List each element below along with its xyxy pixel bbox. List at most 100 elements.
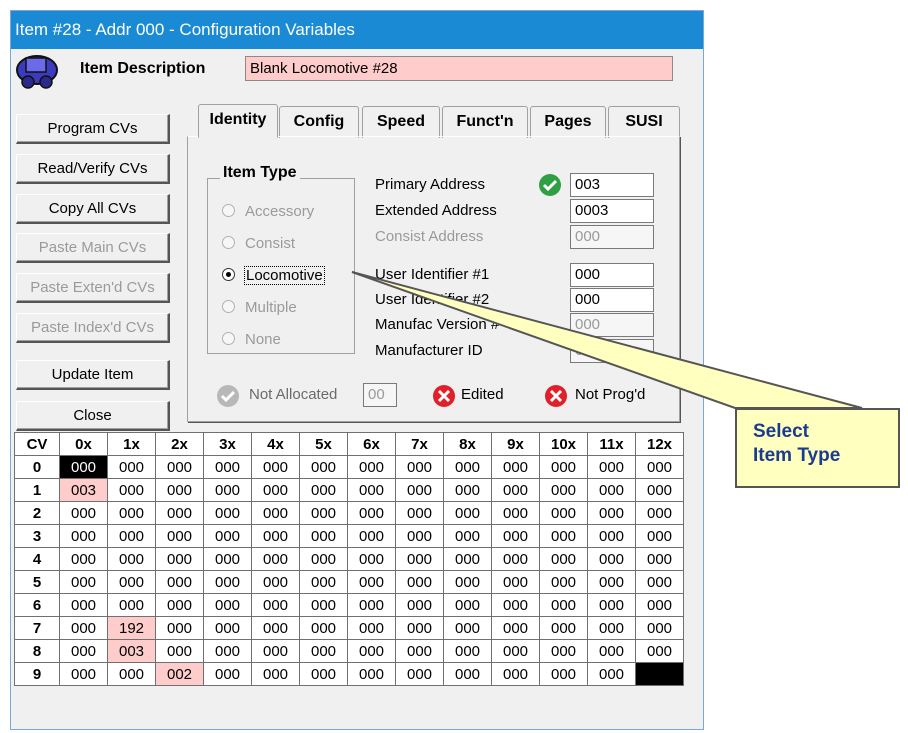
cv-cell[interactable]: 000 <box>395 639 444 663</box>
cv-cell[interactable]: 000 <box>59 593 108 617</box>
cv-cell[interactable]: 000 <box>251 593 300 617</box>
cv-cell[interactable]: 000 <box>587 455 636 479</box>
cv-cell[interactable]: 000 <box>587 616 636 640</box>
cv-cell[interactable]: 000 <box>635 616 684 640</box>
close-button[interactable]: Close <box>16 401 170 431</box>
cv-cell[interactable]: 000 <box>635 639 684 663</box>
cv-cell[interactable]: 000 <box>203 639 252 663</box>
cv-cell[interactable]: 000 <box>251 639 300 663</box>
tab-config[interactable]: Config <box>279 106 359 138</box>
cv-cell[interactable]: 000 <box>443 547 492 571</box>
cv-cell[interactable]: 000 <box>347 639 396 663</box>
cv-cell[interactable]: 000 <box>491 639 540 663</box>
radio-none[interactable]: None <box>222 331 281 348</box>
cv-cell[interactable]: 000 <box>59 570 108 594</box>
cv-cell[interactable]: 000 <box>59 662 108 686</box>
cv-cell[interactable]: 000 <box>635 455 684 479</box>
cv-cell[interactable]: 000 <box>347 524 396 548</box>
cv-cell[interactable]: 000 <box>539 570 588 594</box>
cv-cell[interactable]: 000 <box>443 570 492 594</box>
cv-cell[interactable]: 000 <box>203 524 252 548</box>
cv-cell[interactable]: 000 <box>251 570 300 594</box>
manufacturer-id-field[interactable]: 000 <box>570 339 654 363</box>
cv-cell[interactable]: 000 <box>539 524 588 548</box>
cv-cell[interactable]: 000 <box>539 593 588 617</box>
cv-cell[interactable]: 000 <box>299 570 348 594</box>
cv-cell[interactable]: 000 <box>395 570 444 594</box>
cv-cell[interactable]: 000 <box>395 616 444 640</box>
cv-cell[interactable]: 000 <box>443 662 492 686</box>
radio-locomotive[interactable]: Locomotive <box>222 266 325 285</box>
cv-cell[interactable]: 000 <box>203 501 252 525</box>
cv-cell[interactable]: 000 <box>299 501 348 525</box>
cv-cell[interactable]: 000 <box>443 616 492 640</box>
cv-cell[interactable]: 000 <box>299 455 348 479</box>
cv-cell[interactable]: 000 <box>155 570 204 594</box>
extended-address-field[interactable]: 0003 <box>570 199 654 223</box>
cv-cell[interactable]: 002 <box>155 662 204 686</box>
cv-cell[interactable]: 000 <box>635 547 684 571</box>
update-item-button[interactable]: Update Item <box>16 360 170 390</box>
paste-index-cvs-button[interactable]: Paste Index'd CVs <box>16 313 170 343</box>
cv-cell[interactable]: 000 <box>347 616 396 640</box>
cv-cell[interactable]: 000 <box>491 501 540 525</box>
cv-cell[interactable]: 000 <box>59 455 108 479</box>
user-identifier-1-field[interactable]: 000 <box>570 263 654 287</box>
cv-cell[interactable]: 000 <box>203 547 252 571</box>
cv-cell[interactable]: 000 <box>107 662 156 686</box>
radio-accessory[interactable]: Accessory <box>222 203 314 220</box>
cv-cell[interactable]: 000 <box>299 478 348 502</box>
cv-cell[interactable]: 000 <box>491 616 540 640</box>
cv-cell[interactable]: 000 <box>587 524 636 548</box>
cv-cell[interactable]: 000 <box>491 478 540 502</box>
allocated-field[interactable]: 00 <box>363 383 397 407</box>
cv-cell[interactable]: 000 <box>155 547 204 571</box>
cv-cell[interactable]: 000 <box>251 478 300 502</box>
cv-cell[interactable]: 000 <box>395 501 444 525</box>
cv-cell[interactable]: 000 <box>155 478 204 502</box>
cv-cell[interactable]: 000 <box>59 639 108 663</box>
cv-cell[interactable]: 000 <box>491 547 540 571</box>
cv-cell[interactable]: 000 <box>347 455 396 479</box>
read-verify-cvs-button[interactable]: Read/Verify CVs <box>16 154 170 184</box>
cv-cell[interactable]: 000 <box>155 455 204 479</box>
cv-cell[interactable]: 000 <box>587 501 636 525</box>
cv-cell[interactable]: 003 <box>107 639 156 663</box>
cv-cell[interactable]: 000 <box>203 455 252 479</box>
cv-cell[interactable]: 003 <box>59 478 108 502</box>
cv-cell[interactable]: 000 <box>203 570 252 594</box>
cv-cell[interactable]: 000 <box>299 639 348 663</box>
manufac-version-field[interactable]: 000 <box>570 313 654 337</box>
cv-cell[interactable]: 000 <box>155 501 204 525</box>
cv-cell[interactable]: 000 <box>59 547 108 571</box>
cv-cell[interactable]: 000 <box>443 455 492 479</box>
program-cvs-button[interactable]: Program CVs <box>16 114 170 144</box>
cv-cell[interactable]: 000 <box>491 593 540 617</box>
cv-cell[interactable]: 000 <box>347 501 396 525</box>
paste-extend-cvs-button[interactable]: Paste Exten'd CVs <box>16 273 170 303</box>
tab-functn[interactable]: Funct'n <box>442 106 528 138</box>
radio-consist[interactable]: Consist <box>222 235 295 252</box>
cv-cell[interactable]: 000 <box>59 524 108 548</box>
cv-cell[interactable]: 000 <box>587 662 636 686</box>
cv-cell[interactable]: 000 <box>539 639 588 663</box>
cv-cell[interactable]: 000 <box>635 570 684 594</box>
item-description-input[interactable]: Blank Locomotive #28 <box>245 56 673 81</box>
cv-cell[interactable]: 000 <box>299 547 348 571</box>
cv-cell[interactable]: 000 <box>491 570 540 594</box>
cv-cell[interactable]: 000 <box>539 616 588 640</box>
cv-cell[interactable]: 000 <box>107 570 156 594</box>
cv-cell[interactable]: 000 <box>203 662 252 686</box>
cv-cell[interactable]: 000 <box>107 501 156 525</box>
cv-cell[interactable]: 000 <box>395 455 444 479</box>
cv-cell[interactable]: 000 <box>491 524 540 548</box>
cv-cell[interactable]: 000 <box>155 593 204 617</box>
cv-cell[interactable]: 000 <box>107 455 156 479</box>
cv-cell[interactable]: 000 <box>491 455 540 479</box>
cv-cell[interactable]: 000 <box>251 547 300 571</box>
cv-cell[interactable]: 000 <box>347 547 396 571</box>
cv-cell[interactable]: 000 <box>347 593 396 617</box>
cv-cell[interactable]: 000 <box>107 593 156 617</box>
cv-cell[interactable]: 000 <box>107 524 156 548</box>
cv-cell[interactable]: 000 <box>299 662 348 686</box>
